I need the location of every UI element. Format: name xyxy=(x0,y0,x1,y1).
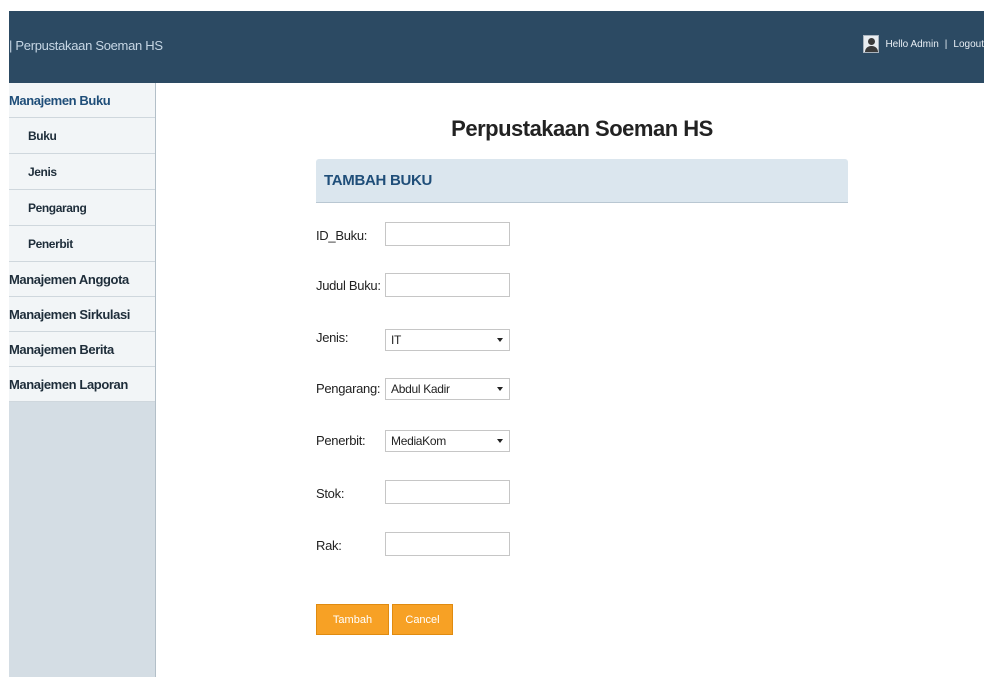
sidebar-section-manajemen-buku[interactable]: Manajemen Buku xyxy=(9,83,155,118)
chevron-down-icon xyxy=(497,439,503,443)
rak-input[interactable] xyxy=(385,532,510,556)
pengarang-select[interactable]: Abdul Kadir xyxy=(385,378,510,400)
user-avatar-icon xyxy=(863,35,880,53)
stok-label: Stok: xyxy=(316,486,345,501)
sidebar-section-manajemen-berita[interactable]: Manajemen Berita xyxy=(9,332,155,367)
sidebar-section-manajemen-sirkulasi[interactable]: Manajemen Sirkulasi xyxy=(9,297,155,332)
sidebar-item-buku[interactable]: Buku xyxy=(9,118,155,154)
jenis-label: Jenis: xyxy=(316,330,349,345)
app-brand[interactable]: | Perpustakaan Soeman HS xyxy=(9,38,163,53)
sidebar-item-penerbit[interactable]: Penerbit xyxy=(9,226,155,262)
page-title: Perpustakaan Soeman HS xyxy=(451,116,713,141)
penerbit-label: Penerbit: xyxy=(316,433,366,448)
jenis-selected-value: IT xyxy=(391,333,402,347)
user-area: Hello Admin | Logout xyxy=(863,35,984,53)
panel-header: TAMBAH BUKU xyxy=(316,159,848,203)
sidebar-section-manajemen-anggota[interactable]: Manajemen Anggota xyxy=(9,262,155,297)
header-separator: | xyxy=(944,38,948,50)
top-header: | Perpustakaan Soeman HS Hello Admin | L… xyxy=(9,11,984,83)
sidebar-section-manajemen-laporan[interactable]: Manajemen Laporan xyxy=(9,367,155,402)
greeting-text: Hello Admin xyxy=(885,38,939,50)
rak-label: Rak: xyxy=(316,538,342,553)
sidebar-item-pengarang[interactable]: Pengarang xyxy=(9,190,155,226)
tambah-button[interactable]: Tambah xyxy=(316,604,389,635)
chevron-down-icon xyxy=(497,387,503,391)
judul-buku-label: Judul Buku: xyxy=(316,278,381,293)
pengarang-selected-value: Abdul Kadir xyxy=(391,382,450,396)
logout-link[interactable]: Logout xyxy=(953,39,984,50)
judul-buku-input[interactable] xyxy=(385,273,510,297)
jenis-select[interactable]: IT xyxy=(385,329,510,351)
penerbit-selected-value: MediaKom xyxy=(391,434,446,448)
chevron-down-icon xyxy=(497,338,503,342)
id-buku-input[interactable] xyxy=(385,222,510,246)
panel-title: TAMBAH BUKU xyxy=(324,172,433,189)
pengarang-label: Pengarang: xyxy=(316,381,381,396)
cancel-button[interactable]: Cancel xyxy=(392,604,453,635)
sidebar-item-jenis[interactable]: Jenis xyxy=(9,154,155,190)
id-buku-label: ID_Buku: xyxy=(316,228,368,243)
stok-input[interactable] xyxy=(385,480,510,504)
sidebar: Manajemen Buku Buku Jenis Pengarang Pene… xyxy=(9,83,156,677)
penerbit-select[interactable]: MediaKom xyxy=(385,430,510,452)
